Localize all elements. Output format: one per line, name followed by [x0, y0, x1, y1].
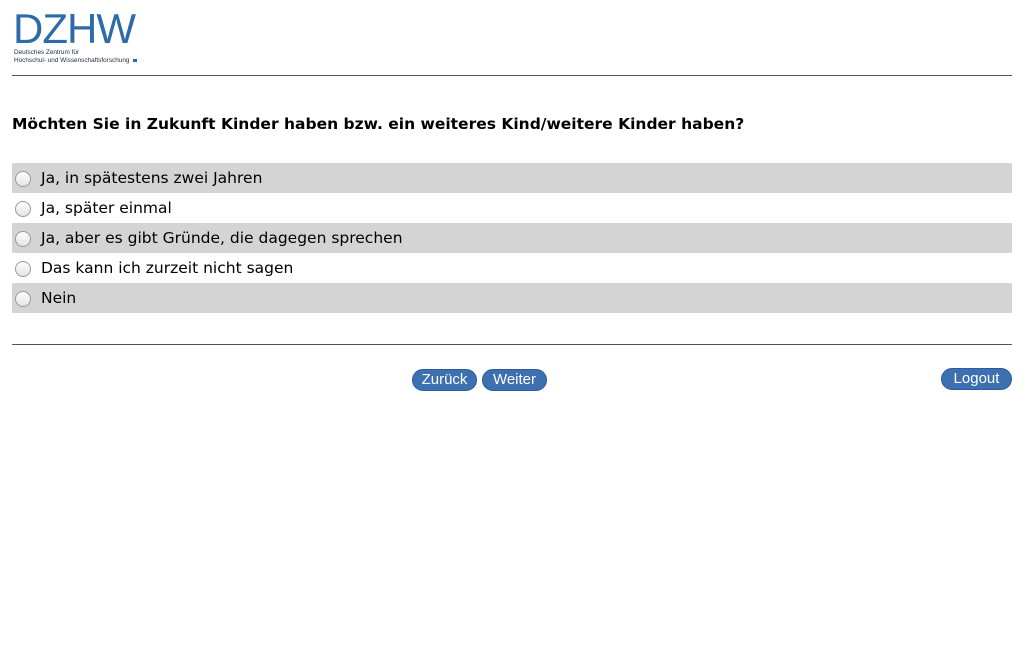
- option-row[interactable]: Ja, später einmal: [12, 193, 1012, 223]
- option-label: Ja, in spätestens zwei Jahren: [41, 169, 263, 187]
- option-row[interactable]: Ja, aber es gibt Gründe, die dagegen spr…: [12, 223, 1012, 253]
- next-button[interactable]: Weiter: [482, 369, 547, 391]
- survey-page: DZHW Deutsches Zentrum für Hochschul- un…: [0, 0, 1024, 657]
- logo-subtitle: Deutsches Zentrum für Hochschul- und Wis…: [14, 49, 138, 65]
- option-row[interactable]: Nein: [12, 283, 1012, 313]
- logo-subtitle-line2: Hochschul- und Wissenschaftsforschung: [14, 57, 138, 65]
- radio-button-option-5[interactable]: [15, 291, 31, 307]
- dzhw-logo: DZHW Deutsches Zentrum für Hochschul- un…: [13, 8, 145, 68]
- back-button[interactable]: Zurück: [412, 369, 477, 391]
- logout-button[interactable]: Logout: [941, 368, 1012, 390]
- top-divider: [12, 75, 1012, 76]
- logo-subtitle-line1: Deutsches Zentrum für: [14, 49, 79, 56]
- radio-button-option-3[interactable]: [15, 231, 31, 247]
- radio-button-option-1[interactable]: [15, 171, 31, 187]
- option-row[interactable]: Das kann ich zurzeit nicht sagen: [12, 253, 1012, 283]
- logo-square-icon: [133, 58, 138, 62]
- answer-options: Ja, in spätestens zwei Jahren Ja, später…: [12, 163, 1012, 313]
- logo-wordmark: DZHW: [13, 5, 136, 52]
- radio-button-option-2[interactable]: [15, 201, 31, 217]
- option-label: Das kann ich zurzeit nicht sagen: [41, 259, 294, 277]
- bottom-divider: [12, 344, 1012, 345]
- question-text: Möchten Sie in Zukunft Kinder haben bzw.…: [12, 115, 745, 133]
- option-label: Nein: [41, 289, 77, 307]
- option-label: Ja, aber es gibt Gründe, die dagegen spr…: [41, 229, 403, 247]
- option-label: Ja, später einmal: [41, 199, 172, 217]
- option-row[interactable]: Ja, in spätestens zwei Jahren: [12, 163, 1012, 193]
- logo-subtitle-line2-text: Hochschul- und Wissenschaftsforschung: [14, 57, 130, 64]
- radio-button-option-4[interactable]: [15, 261, 31, 277]
